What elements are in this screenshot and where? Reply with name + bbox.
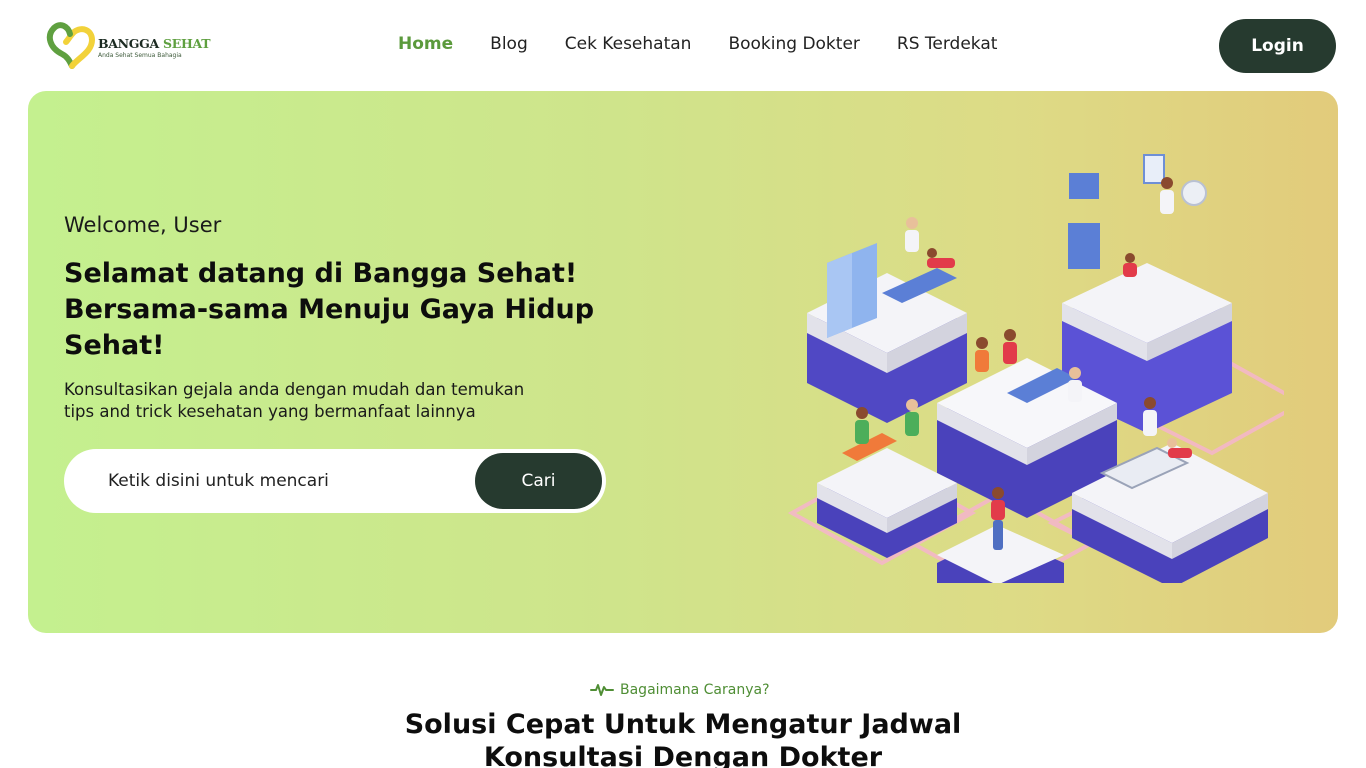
search-bar: Cari xyxy=(64,449,606,513)
welcome-text: Welcome, User xyxy=(64,213,222,237)
login-button[interactable]: Login xyxy=(1219,19,1336,73)
search-input[interactable] xyxy=(108,461,468,501)
nav-link-rs-terdekat[interactable]: RS Terdekat xyxy=(897,34,998,54)
section-tag: Bagaimana Caranya? xyxy=(590,680,770,700)
section-tag-label: Bagaimana Caranya? xyxy=(620,682,770,698)
brand-name-part2: SEHAT xyxy=(163,36,211,51)
brand-name: BANGGA SEHAT xyxy=(98,36,211,51)
search-button[interactable]: Cari xyxy=(475,453,602,509)
navbar: BANGGA SEHAT Anda Sehat Semua Bahagia Ho… xyxy=(0,0,1366,91)
section-title-line: Solusi Cepat Untuk Mengatur Jadwal xyxy=(404,709,962,740)
nav-item-cek-kesehatan: Cek Kesehatan xyxy=(565,34,692,54)
nav-link-home[interactable]: Home xyxy=(398,34,453,54)
hero-subtitle-line: tips and trick kesehatan yang bermanfaat… xyxy=(64,402,476,421)
nav-item-booking-dokter: Booking Dokter xyxy=(728,34,859,54)
hero-title-line: Sehat! xyxy=(64,330,165,361)
hero-subtitle: Konsultasikan gejala anda dengan mudah d… xyxy=(64,379,604,423)
nav-link-blog[interactable]: Blog xyxy=(490,34,528,54)
section-title-line: Konsultasi Dengan Dokter xyxy=(483,742,883,768)
hero-title-line: Selamat datang di Bangga Sehat! xyxy=(64,258,578,289)
hospital-isometric-illustration xyxy=(787,154,1284,583)
nav-link-cek-kesehatan[interactable]: Cek Kesehatan xyxy=(565,34,692,54)
nav-link-booking-dokter[interactable]: Booking Dokter xyxy=(728,34,859,54)
main-nav: Home Blog Cek Kesehatan Booking Dokter R… xyxy=(398,34,997,54)
heartbeat-icon xyxy=(590,684,614,696)
brand-logo[interactable]: BANGGA SEHAT Anda Sehat Semua Bahagia xyxy=(44,18,214,70)
brand-name-part1: BANGGA xyxy=(98,36,159,51)
nav-item-rs-terdekat: RS Terdekat xyxy=(897,34,998,54)
hero-title: Selamat datang di Bangga Sehat! Bersama-… xyxy=(64,256,624,364)
nav-item-home: Home xyxy=(398,34,453,54)
nav-item-blog: Blog xyxy=(490,34,528,54)
section-title: Solusi Cepat Untuk Mengatur Jadwal Konsu… xyxy=(0,708,1366,768)
hero-banner: Welcome, User Selamat datang di Bangga S… xyxy=(28,91,1338,633)
hero-title-line: Bersama-sama Menuju Gaya Hidup xyxy=(64,294,595,325)
heart-logo-icon xyxy=(46,22,96,69)
brand-tagline: Anda Sehat Semua Bahagia xyxy=(98,52,182,59)
hero-subtitle-line: Konsultasikan gejala anda dengan mudah d… xyxy=(64,380,525,399)
